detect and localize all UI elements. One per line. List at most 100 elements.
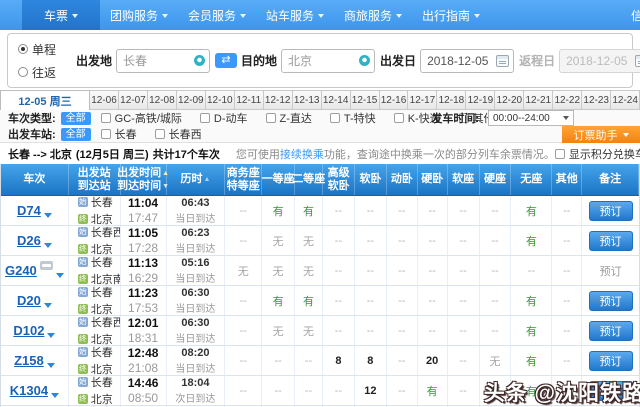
book-button[interactable]: 预订 xyxy=(589,201,633,221)
checkbox-icon[interactable] xyxy=(101,129,111,139)
seat-cell: -- xyxy=(480,286,512,315)
book-button[interactable]: 预订 xyxy=(589,291,633,311)
from-value: 长春 xyxy=(123,52,147,69)
depart-station-filter-row: 出发车站: 全部 长春长春西 xyxy=(0,126,640,142)
seat-cell: -- xyxy=(552,196,582,225)
book-button[interactable]: 预订 xyxy=(589,321,633,341)
arrival-day: 当日到达 xyxy=(175,300,215,315)
location-pin-icon[interactable] xyxy=(359,55,370,66)
from-input[interactable]: 长春 xyxy=(116,49,210,73)
expand-caret-icon[interactable] xyxy=(51,393,59,398)
depart-date-input[interactable]: 2018-12-05 xyxy=(420,49,514,73)
stations-cell: 始长春终北京 xyxy=(69,286,121,315)
date-tab[interactable]: 12-21 xyxy=(524,90,553,110)
duration: 06:43 xyxy=(181,197,209,209)
date-tab[interactable]: 12-13 xyxy=(293,90,322,110)
train-link[interactable]: D26 xyxy=(17,233,41,248)
col-header-line: 商务座 xyxy=(227,167,260,180)
transfer-link[interactable]: 接续换乘 xyxy=(280,149,324,161)
nav-item-团购服务[interactable]: 团购服务 xyxy=(100,0,178,30)
train-link[interactable]: K1304 xyxy=(10,383,48,398)
train-type-option[interactable]: D-动车 xyxy=(200,110,248,126)
nav-item-车票[interactable]: 车票 xyxy=(22,0,100,30)
date-tab[interactable]: 12-08 xyxy=(148,90,177,110)
booking-helper-button[interactable]: 订票助手 xyxy=(562,126,640,143)
date-tab[interactable]: 12-14 xyxy=(322,90,351,110)
date-tab[interactable]: 12-22 xyxy=(553,90,582,110)
nav-item-站车服务[interactable]: 站车服务 xyxy=(256,0,334,30)
date-tab[interactable]: 12-09 xyxy=(177,90,206,110)
date-tab[interactable]: 12-06 xyxy=(90,90,119,110)
date-tab[interactable]: 12-20 xyxy=(495,90,524,110)
nav-item-会员服务[interactable]: 会员服务 xyxy=(178,0,256,30)
expand-caret-icon[interactable] xyxy=(47,333,55,338)
train-link[interactable]: D102 xyxy=(13,323,44,338)
to-input[interactable]: 北京 xyxy=(281,49,375,73)
train-type-option[interactable]: Z-直达 xyxy=(266,110,312,126)
depart-station-option[interactable]: 长春西 xyxy=(155,126,202,142)
date-tab[interactable]: 12-10 xyxy=(206,90,235,110)
seat-cell: -- xyxy=(448,196,480,225)
train-link[interactable]: D20 xyxy=(17,293,41,308)
expand-caret-icon[interactable] xyxy=(44,303,52,308)
depart-station-option[interactable]: 长春 xyxy=(101,126,137,142)
train-link[interactable]: D74 xyxy=(17,203,41,218)
nav-item-clipped[interactable]: 信 xyxy=(631,0,640,30)
checkbox-icon[interactable] xyxy=(155,129,165,139)
col-header: 软卧 xyxy=(355,164,387,195)
col-header-line: 历时▲ xyxy=(180,173,210,186)
date-tab[interactable]: 12-16 xyxy=(380,90,409,110)
train-link[interactable]: Z158 xyxy=(14,353,44,368)
nav-item-商旅服务[interactable]: 商旅服务 xyxy=(334,0,412,30)
seat-cell: 12 xyxy=(355,376,387,405)
expand-caret-icon[interactable] xyxy=(44,243,52,248)
date-tab[interactable]: 12-19 xyxy=(466,90,495,110)
date-tab[interactable]: 12-17 xyxy=(408,90,437,110)
train-link[interactable]: G240 xyxy=(5,263,37,278)
expand-caret-icon[interactable] xyxy=(47,363,55,368)
date-tab[interactable]: 12-11 xyxy=(235,90,264,110)
depart-station-icon: 始 xyxy=(78,317,88,327)
train-type-all-badge[interactable]: 全部 xyxy=(61,112,91,125)
date-tab[interactable]: 12-23 xyxy=(582,90,611,110)
date-tab[interactable]: 12-12 xyxy=(264,90,293,110)
train-type-option[interactable]: T-特快 xyxy=(330,110,376,126)
date-tab[interactable]: 12-15 xyxy=(351,90,380,110)
expand-caret-icon[interactable] xyxy=(44,213,52,218)
train-type-option[interactable]: GC-高铁/城际 xyxy=(101,110,182,126)
book-button[interactable]: 预订 xyxy=(589,351,633,371)
date-tab[interactable]: 12-24 xyxy=(611,90,640,110)
depart-time: 12:48 xyxy=(128,346,159,360)
nav-item-出行指南[interactable]: 出行指南 xyxy=(412,0,490,30)
radio-selected-icon[interactable] xyxy=(18,44,28,54)
arrive-station: 终北京南 xyxy=(78,271,121,285)
radio-icon[interactable] xyxy=(18,67,28,77)
checkbox-icon[interactable] xyxy=(555,149,565,159)
trip-type-roundtrip[interactable]: 往返 xyxy=(18,64,56,81)
col-header-line: 高级 xyxy=(328,167,350,180)
col-header[interactable]: 出发时间▲到达时间▼ xyxy=(121,164,167,195)
seat-cell: -- xyxy=(225,346,262,375)
date-tab[interactable]: 12-18 xyxy=(437,90,466,110)
calendar-icon[interactable] xyxy=(496,55,509,67)
book-button[interactable]: 预订 xyxy=(589,231,633,251)
depart-station-all-badge[interactable]: 全部 xyxy=(61,128,91,141)
checkbox-icon[interactable] xyxy=(266,113,276,123)
date-tab[interactable]: 12-07 xyxy=(119,90,148,110)
expand-caret-icon[interactable] xyxy=(56,273,64,278)
trip-type-roundtrip-label: 往返 xyxy=(32,64,56,81)
show-points-trains-checkbox[interactable]: 显示积分兑换车次 xyxy=(555,146,640,162)
date-tab-active[interactable]: 12-05 周三 xyxy=(0,90,90,110)
trip-type-oneway[interactable]: 单程 xyxy=(18,41,56,58)
checkbox-icon[interactable] xyxy=(330,113,340,123)
col-header[interactable]: 历时▲ xyxy=(167,164,226,195)
checkbox-icon[interactable] xyxy=(101,113,111,123)
seat-cell: 有 xyxy=(511,226,552,255)
depart-time-select[interactable]: 00:00--24:00 xyxy=(488,110,574,126)
depart-station-icon: 始 xyxy=(78,227,88,237)
sort-asc-icon[interactable]: ▲ xyxy=(203,173,210,186)
swap-stations-icon[interactable]: ⇄ xyxy=(215,53,237,68)
location-pin-icon[interactable] xyxy=(194,55,205,66)
checkbox-icon[interactable] xyxy=(200,113,210,123)
checkbox-icon[interactable] xyxy=(394,113,404,123)
